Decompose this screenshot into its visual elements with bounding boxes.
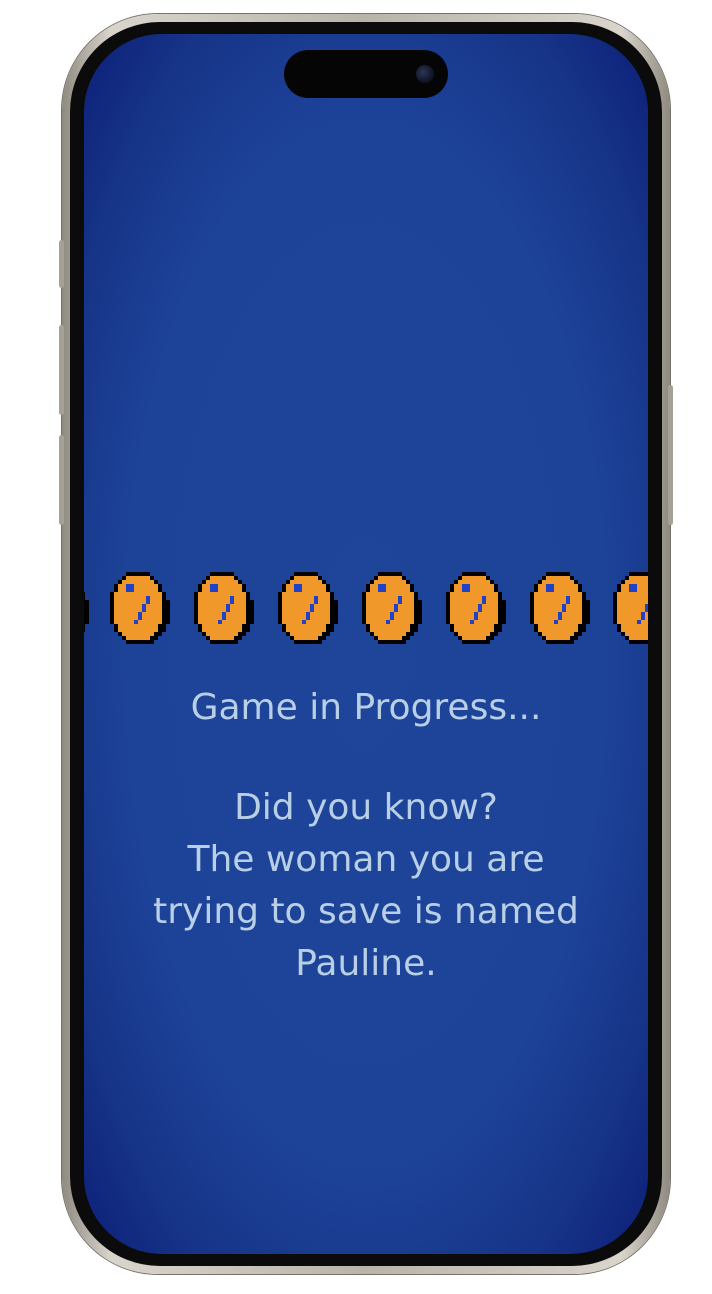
front-camera-icon <box>416 65 434 83</box>
fact-heading: Did you know? <box>234 787 498 828</box>
dynamic-island <box>284 50 448 98</box>
pixel-coin-icon <box>361 572 423 648</box>
coin-loading-row <box>84 572 648 648</box>
fact-line: The woman you are <box>187 839 545 880</box>
volume-up-button <box>59 325 64 415</box>
pixel-coin-icon <box>277 572 339 648</box>
pixel-coin-icon <box>84 572 90 648</box>
game-status-text: Game in Progress... <box>190 687 542 728</box>
volume-down-button <box>59 435 64 525</box>
pixel-coin-icon <box>529 572 591 648</box>
fact-line: Pauline. <box>295 943 437 984</box>
pixel-coin-icon <box>109 572 171 648</box>
power-button <box>668 385 673 525</box>
game-screen: Game in Progress... Did you know? The wo… <box>84 34 648 1254</box>
fact-line: trying to save is named <box>153 891 579 932</box>
loading-message: Game in Progress... Did you know? The wo… <box>104 682 628 990</box>
pixel-coin-icon <box>612 572 648 648</box>
action-button <box>59 240 64 288</box>
pixel-coin-icon <box>193 572 255 648</box>
pixel-coin-icon <box>445 572 507 648</box>
